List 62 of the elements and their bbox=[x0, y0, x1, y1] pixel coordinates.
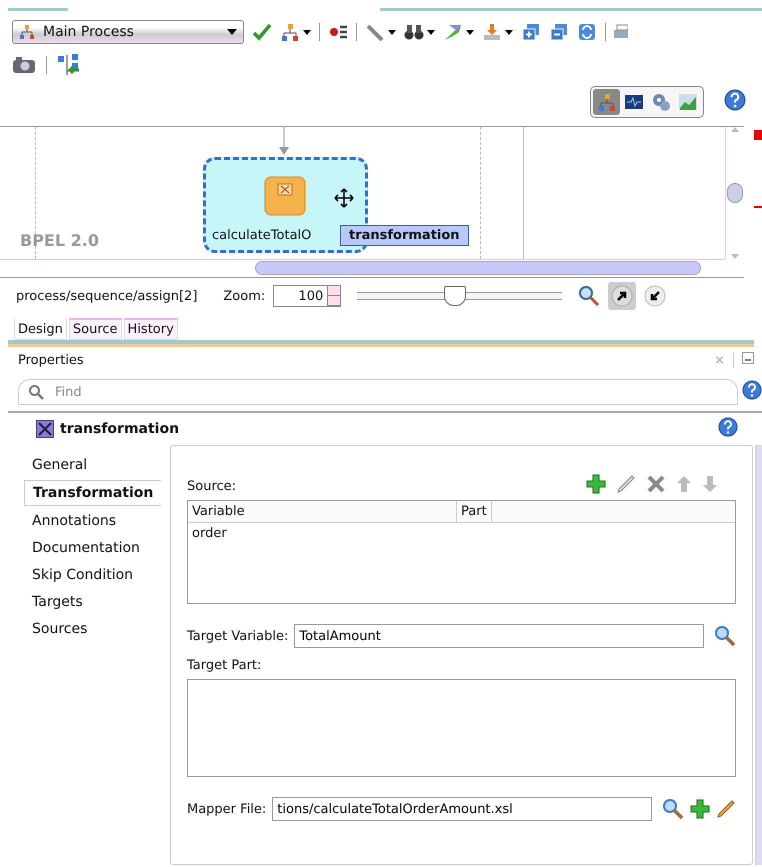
error-marker[interactable] bbox=[754, 206, 762, 208]
scrollbar[interactable] bbox=[755, 445, 762, 865]
nav-tab[interactable]: Documentation bbox=[24, 536, 148, 560]
delete-icon[interactable] bbox=[646, 474, 666, 494]
hierarchy-icon[interactable] bbox=[280, 22, 311, 42]
nav-tab[interactable]: Annotations bbox=[24, 509, 124, 533]
tooltip: transformation bbox=[340, 225, 469, 246]
transform-icon bbox=[36, 420, 54, 438]
zoom-spinner[interactable]: 100 bbox=[273, 285, 342, 307]
transform-icon bbox=[264, 176, 306, 216]
panel-title: Properties bbox=[18, 352, 85, 368]
horizontal-scrollbar[interactable] bbox=[0, 259, 725, 277]
input-field[interactable]: TotalAmount bbox=[294, 624, 704, 648]
version-watermark: BPEL 2.0 bbox=[20, 231, 99, 250]
hierarchy-icon bbox=[19, 24, 35, 40]
process-dropdown[interactable]: Main Process bbox=[12, 20, 244, 44]
error-marker[interactable] bbox=[754, 130, 762, 140]
table-cell[interactable]: order bbox=[188, 523, 735, 544]
section-title: transformation bbox=[60, 421, 180, 437]
arrow-icon[interactable] bbox=[644, 285, 666, 307]
add-icon[interactable] bbox=[690, 799, 710, 819]
camera-icon[interactable] bbox=[12, 56, 36, 74]
search-icon bbox=[28, 384, 44, 400]
field-label: Mapper File: bbox=[187, 802, 266, 816]
scroll-thumb[interactable] bbox=[255, 261, 701, 275]
search-icon[interactable] bbox=[662, 798, 684, 820]
search-field[interactable]: Find bbox=[18, 379, 738, 405]
caret-icon bbox=[227, 29, 237, 35]
sync-icon[interactable] bbox=[57, 53, 81, 77]
node-path: process/sequence/assign[2] bbox=[16, 288, 198, 304]
editor-tab[interactable]: History bbox=[124, 318, 178, 340]
field-label: Target Part: bbox=[187, 658, 262, 673]
editor-tab[interactable]: Design bbox=[14, 318, 67, 340]
expand-icon[interactable] bbox=[521, 22, 541, 42]
column-header: Variable bbox=[188, 501, 457, 522]
field-label: Target Variable: bbox=[187, 628, 288, 644]
input-field[interactable]: tions/calculateTotalOrderAmount.xsl bbox=[272, 797, 652, 821]
download-icon[interactable] bbox=[482, 22, 513, 42]
input-field[interactable] bbox=[187, 679, 736, 777]
nav-tab[interactable]: General bbox=[24, 453, 96, 477]
nav-tab[interactable]: Targets bbox=[24, 590, 91, 614]
vertical-scrollbar[interactable] bbox=[725, 127, 744, 259]
editor-tab[interactable]: Source bbox=[68, 318, 122, 340]
nav-tab[interactable]: Transformation bbox=[24, 480, 162, 506]
refresh-icon[interactable] bbox=[577, 22, 597, 42]
collapse-icon[interactable] bbox=[549, 22, 569, 42]
move-icon bbox=[334, 188, 354, 208]
arrows-icon[interactable] bbox=[443, 22, 474, 42]
nav-tab[interactable]: Sources bbox=[24, 617, 96, 641]
validate-icon[interactable] bbox=[252, 22, 272, 42]
search-icon[interactable] bbox=[714, 625, 736, 647]
add-icon[interactable] bbox=[586, 474, 606, 494]
activity-label: calculateTotalO bbox=[212, 228, 312, 243]
zoom-icon[interactable] bbox=[578, 285, 600, 307]
field-label: Source: bbox=[187, 479, 236, 494]
nav-tab[interactable]: Skip Condition bbox=[24, 563, 142, 587]
zoom-label: Zoom: bbox=[223, 288, 266, 304]
column-header: Part bbox=[457, 501, 492, 522]
pencil-icon[interactable] bbox=[616, 474, 636, 494]
binoculars-icon[interactable] bbox=[404, 22, 435, 42]
pencil-icon[interactable] bbox=[716, 799, 736, 819]
scroll-thumb[interactable] bbox=[727, 183, 743, 203]
